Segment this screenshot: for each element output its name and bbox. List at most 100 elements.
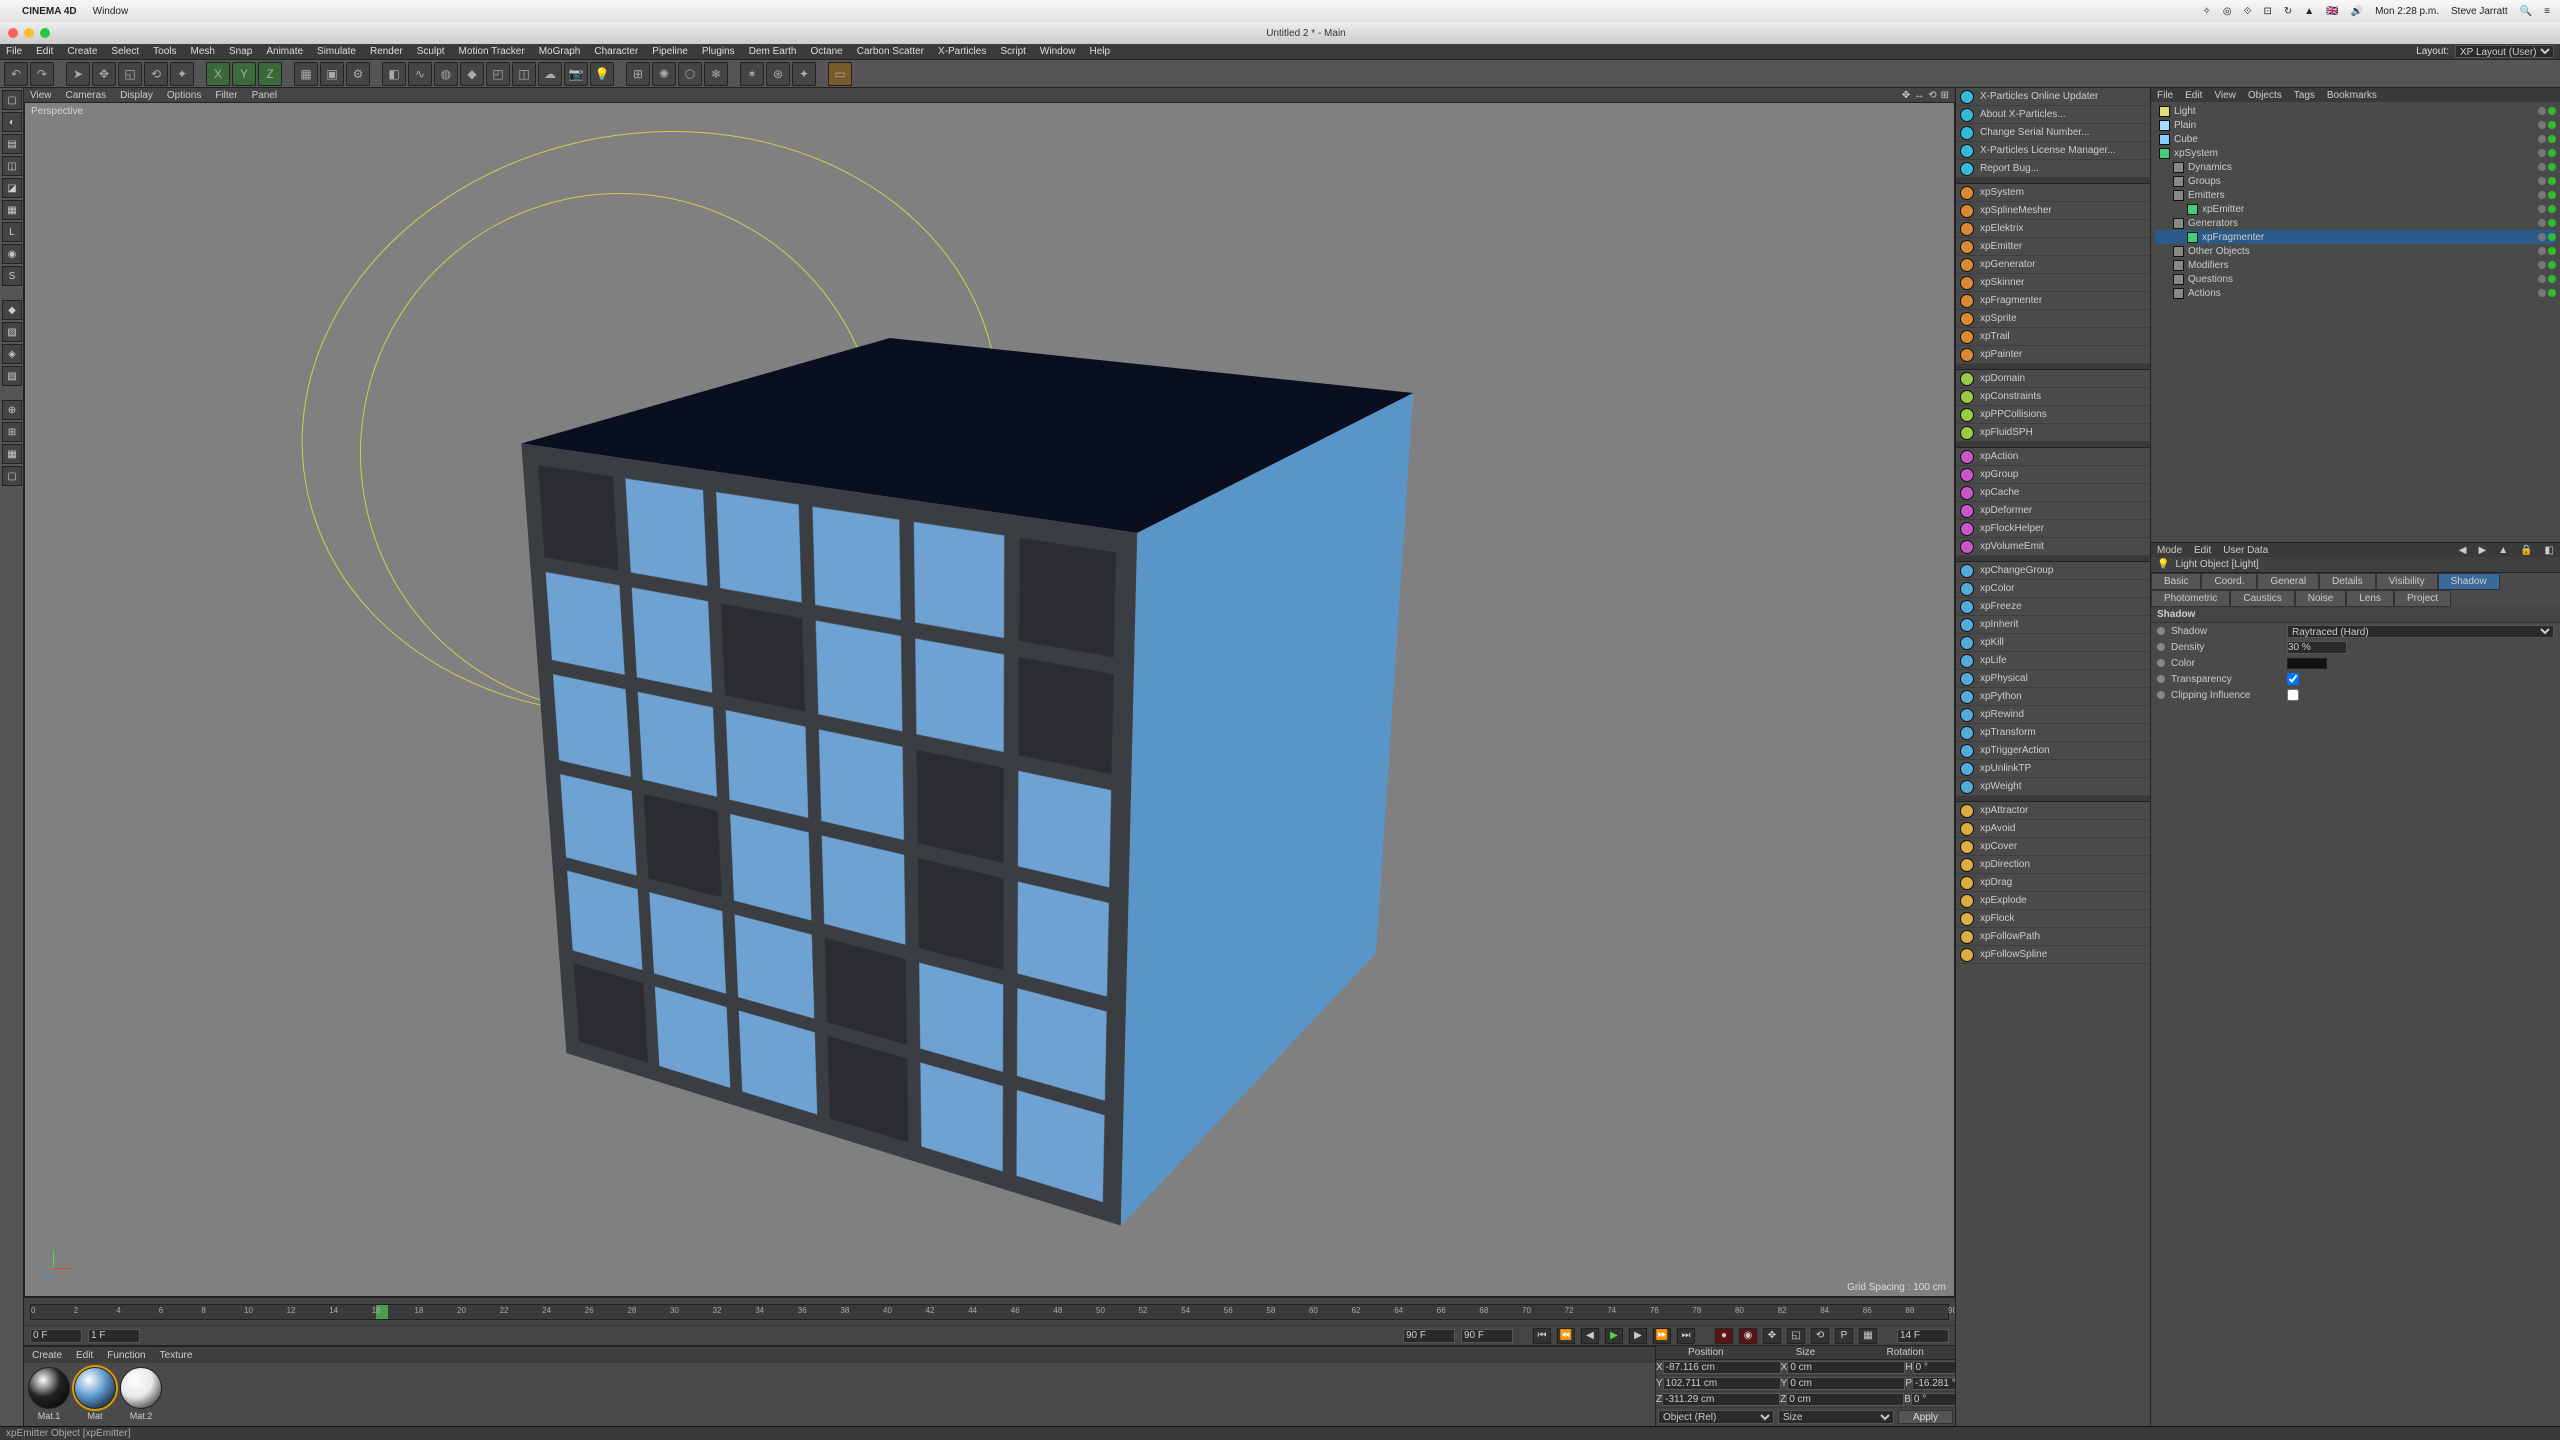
- render-settings-button[interactable]: ⚙: [346, 62, 370, 86]
- xp-item[interactable]: xpWeight: [1956, 778, 2150, 796]
- mat-menu[interactable]: Edit: [76, 1350, 93, 1361]
- generator2-button[interactable]: ◆: [460, 62, 484, 86]
- frame-current[interactable]: [1897, 1329, 1949, 1343]
- spline-button[interactable]: ∿: [408, 62, 432, 86]
- viewport-nav-icon[interactable]: ⟲: [1928, 90, 1936, 101]
- xp-item[interactable]: X-Particles License Manager...: [1956, 142, 2150, 160]
- xp-item[interactable]: xpEmitter: [1956, 238, 2150, 256]
- xp-item[interactable]: xpFluidSPH: [1956, 424, 2150, 442]
- xp-item[interactable]: xpExplode: [1956, 892, 2150, 910]
- objmgr-menu[interactable]: Edit: [2185, 90, 2202, 101]
- tree-row[interactable]: Groups: [2155, 174, 2556, 188]
- next-key-button[interactable]: ⏩: [1653, 1328, 1671, 1344]
- search-icon[interactable]: 🔍: [2520, 6, 2532, 17]
- pos-input[interactable]: [1663, 1361, 1781, 1374]
- attr-tab[interactable]: Coord.: [2201, 573, 2257, 590]
- density-input[interactable]: [2287, 641, 2347, 654]
- attr-nav-fwd[interactable]: ▶: [2478, 545, 2486, 556]
- key-param-button[interactable]: P: [1835, 1328, 1853, 1344]
- deformer-button[interactable]: ◫: [512, 62, 536, 86]
- attr-tab[interactable]: Details: [2319, 573, 2376, 590]
- xp-item[interactable]: xpCache: [1956, 484, 2150, 502]
- generator-button[interactable]: ◍: [434, 62, 458, 86]
- size-input[interactable]: [1786, 1393, 1904, 1406]
- menu-item[interactable]: Character: [594, 46, 638, 57]
- array-button[interactable]: ◰: [486, 62, 510, 86]
- xp-item[interactable]: xpAttractor: [1956, 802, 2150, 820]
- menubar-icon[interactable]: ↻: [2284, 6, 2292, 17]
- menu-item[interactable]: Create: [67, 46, 97, 57]
- xp-item[interactable]: xpColor: [1956, 580, 2150, 598]
- size-input[interactable]: [1787, 1377, 1905, 1390]
- shadow-type-select[interactable]: Raytraced (Hard): [2287, 625, 2554, 638]
- menu-item[interactable]: Plugins: [702, 46, 735, 57]
- viewport-nav-icon[interactable]: ⊞: [1941, 90, 1949, 101]
- view-menu[interactable]: Display: [120, 90, 153, 101]
- xp-item[interactable]: xpAction: [1956, 448, 2150, 466]
- size-input[interactable]: [1787, 1361, 1905, 1374]
- undo-button[interactable]: ↶: [4, 62, 28, 86]
- attr-menu[interactable]: Edit: [2194, 545, 2211, 556]
- to-start-button[interactable]: ⏮: [1533, 1328, 1551, 1344]
- menubar-icon[interactable]: ▲: [2304, 6, 2314, 17]
- xp-item[interactable]: xpConstraints: [1956, 388, 2150, 406]
- xp-item[interactable]: xpSystem: [1956, 184, 2150, 202]
- menubar-icon[interactable]: ✧: [2202, 6, 2210, 17]
- menu-item[interactable]: Snap: [229, 46, 252, 57]
- attr-new-icon[interactable]: ◧: [2545, 545, 2554, 556]
- menu-item[interactable]: Script: [1000, 46, 1026, 57]
- frame-out[interactable]: [1403, 1329, 1455, 1343]
- xp-item[interactable]: xpTrail: [1956, 328, 2150, 346]
- menu-item[interactable]: Pipeline: [652, 46, 688, 57]
- rotate-tool[interactable]: ⟲: [144, 62, 168, 86]
- layout-select[interactable]: XP Layout (User): [2455, 45, 2554, 58]
- poly-mode[interactable]: ◪: [2, 178, 22, 198]
- scale-tool[interactable]: ◱: [118, 62, 142, 86]
- mat-menu[interactable]: Function: [107, 1350, 145, 1361]
- xp-item[interactable]: xpDirection: [1956, 856, 2150, 874]
- flag-icon[interactable]: 🇬🇧: [2326, 6, 2338, 17]
- edge-mode[interactable]: ◫: [2, 156, 22, 176]
- attr-tab[interactable]: Lens: [2346, 590, 2394, 607]
- xp-item[interactable]: About X-Particles...: [1956, 106, 2150, 124]
- attr-tab[interactable]: Noise: [2295, 590, 2347, 607]
- tree-row[interactable]: Emitters: [2155, 188, 2556, 202]
- prev-frame-button[interactable]: ◀: [1581, 1328, 1599, 1344]
- view-menu[interactable]: Cameras: [66, 90, 107, 101]
- menu-item[interactable]: Select: [111, 46, 139, 57]
- xp-item[interactable]: xpRewind: [1956, 706, 2150, 724]
- environment-button[interactable]: ☁: [538, 62, 562, 86]
- tool3[interactable]: ◈: [2, 344, 22, 364]
- view-menu[interactable]: Filter: [215, 90, 237, 101]
- render-button[interactable]: ▦: [294, 62, 318, 86]
- objmgr-menu[interactable]: Bookmarks: [2327, 90, 2377, 101]
- coord-size-select[interactable]: Size: [1778, 1410, 1894, 1424]
- attr-tab[interactable]: Caustics: [2230, 590, 2294, 607]
- x-axis-lock[interactable]: X: [206, 62, 230, 86]
- attr-nav-back[interactable]: ◀: [2459, 545, 2467, 556]
- view-menu[interactable]: View: [30, 90, 52, 101]
- param-anim-dot[interactable]: [2157, 691, 2165, 699]
- xp-item[interactable]: xpSprite: [1956, 310, 2150, 328]
- xp-item[interactable]: Report Bug...: [1956, 160, 2150, 178]
- xp-item[interactable]: xpInherit: [1956, 616, 2150, 634]
- transparency-checkbox[interactable]: [2287, 673, 2299, 685]
- xp-item[interactable]: xpTransform: [1956, 724, 2150, 742]
- tree-row[interactable]: Plain: [2155, 118, 2556, 132]
- tree-row[interactable]: Generators: [2155, 216, 2556, 230]
- menu-item[interactable]: Render: [370, 46, 403, 57]
- material-item[interactable]: Mat: [74, 1367, 116, 1421]
- attr-lock-icon[interactable]: 🔒: [2520, 545, 2532, 556]
- xp-item[interactable]: xpPPCollisions: [1956, 406, 2150, 424]
- menubar-icon[interactable]: ⊡: [2263, 6, 2271, 17]
- attr-tab[interactable]: Photometric: [2151, 590, 2230, 607]
- attr-tab[interactable]: Shadow: [2438, 573, 2500, 590]
- viewport-nav-icon[interactable]: ↔: [1914, 90, 1924, 101]
- attr-tab[interactable]: General: [2257, 573, 2319, 590]
- objmgr-menu[interactable]: File: [2157, 90, 2173, 101]
- xp-item[interactable]: xpAvoid: [1956, 820, 2150, 838]
- tree-row[interactable]: Dynamics: [2155, 160, 2556, 174]
- material-item[interactable]: Mat.2: [120, 1367, 162, 1421]
- tree-row[interactable]: Other Objects: [2155, 244, 2556, 258]
- frame-end[interactable]: [1461, 1329, 1513, 1343]
